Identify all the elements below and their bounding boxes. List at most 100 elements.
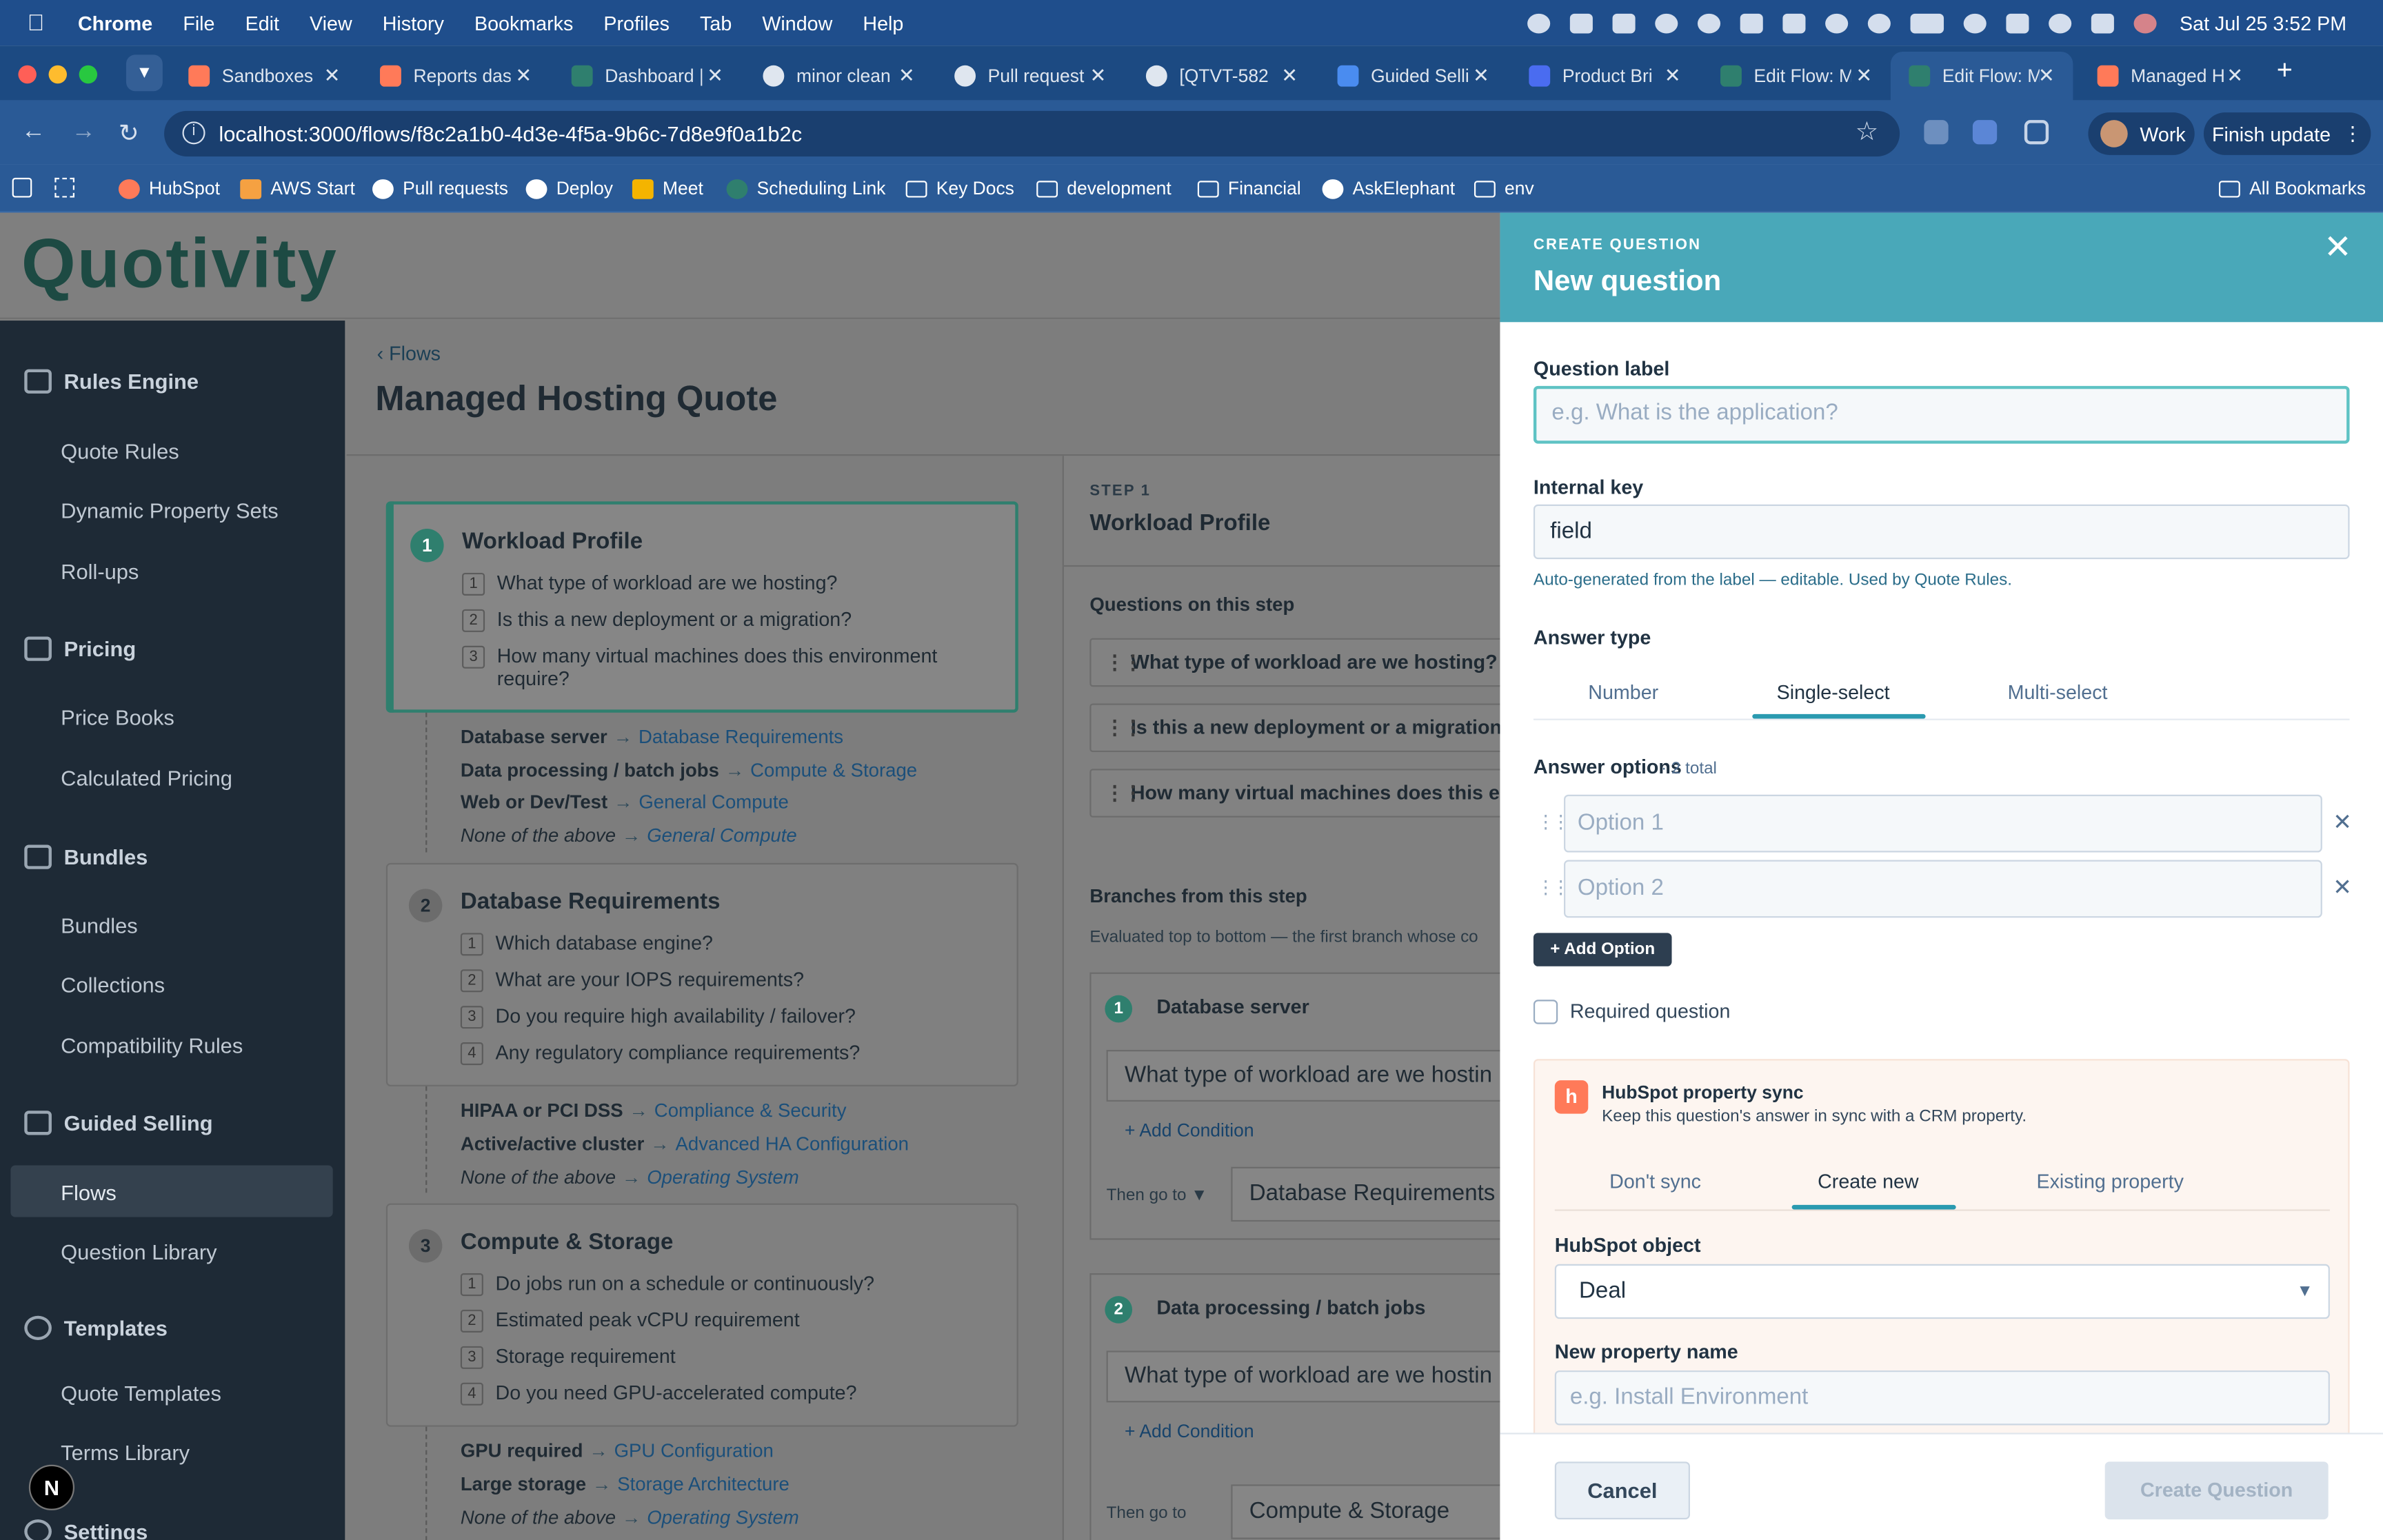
step-card-2[interactable]: 2 Database Requirements 1 Which database …	[385, 862, 1018, 1086]
menu-history[interactable]: History	[383, 12, 444, 34]
question-label-input[interactable]: e.g. What is the application?	[1533, 385, 2350, 444]
tab-dashboard[interactable]: Dashboard | ✕	[553, 52, 741, 101]
close-icon[interactable]: ✕	[2226, 64, 2243, 88]
all-bookmarks[interactable]: All Bookmarks	[2218, 174, 2366, 202]
menu-profiles[interactable]: Profiles	[603, 12, 670, 34]
condition-question-select[interactable]: What type of workload are we hostin	[1106, 1050, 1500, 1102]
then-go-to-select[interactable]: Compute & Storage	[1231, 1484, 1500, 1539]
battery-icon[interactable]	[1910, 12, 1944, 33]
reload-icon[interactable]: ↻	[119, 119, 139, 149]
tab-search-button[interactable]: ▼	[125, 54, 163, 92]
cancel-button[interactable]: Cancel	[1554, 1461, 1690, 1520]
close-icon[interactable]: ✕	[1856, 64, 1872, 88]
new-tab-button[interactable]: +	[2277, 54, 2293, 86]
bookmark-financial[interactable]: Financial	[1197, 174, 1301, 202]
sidebar-item-quote-templates[interactable]: Quote Templates	[61, 1381, 221, 1406]
add-condition-button[interactable]: + Add Condition	[1125, 1421, 1254, 1442]
extension-icon[interactable]	[1924, 120, 1949, 145]
step-question-row[interactable]: ⋮⋮ Is this a new deployment or a migratio…	[1089, 703, 1500, 753]
tab-guided-selling[interactable]: Guided Selli ✕	[1319, 52, 1507, 101]
create-question-button[interactable]: Create Question	[2104, 1461, 2329, 1520]
user-icon[interactable]	[1868, 12, 1891, 33]
new-property-name-input[interactable]: e.g. Install Environment	[1554, 1370, 2330, 1426]
minus-circle-icon[interactable]	[1698, 12, 1721, 33]
zoom-window-button[interactable]	[79, 65, 98, 84]
sync-mode-create-new-tab[interactable]: Create new	[1818, 1170, 1919, 1193]
tab-edit-flow-1[interactable]: Edit Flow: M ✕	[1702, 52, 1891, 101]
sidebar-section-pricing[interactable]: Pricing	[24, 636, 136, 661]
sidebar-item-question-library[interactable]: Question Library	[61, 1240, 217, 1264]
close-icon[interactable]: ✕	[2324, 228, 2352, 267]
sidebar-section-bundles[interactable]: Bundles	[24, 844, 148, 869]
remove-option-icon[interactable]: ✕	[2333, 873, 2352, 901]
answer-type-single-select-tab[interactable]: Single-select	[1777, 680, 1890, 703]
sidebar-section-guided-selling[interactable]: Guided Selling	[24, 1111, 213, 1135]
step-card-1[interactable]: 1 Workload Profile 1 What type of workloa…	[385, 501, 1018, 713]
menu-bookmarks[interactable]: Bookmarks	[474, 12, 573, 34]
drag-handle-icon[interactable]: ⋮⋮	[1536, 877, 1569, 898]
clock-text[interactable]: Sat Jul 25 3:52 PM	[2180, 12, 2346, 34]
clock-icon[interactable]	[1782, 12, 1806, 33]
step-question-row[interactable]: ⋮⋮ How many virtual machines does this en…	[1089, 769, 1500, 818]
shield-icon[interactable]	[1655, 12, 1678, 33]
option-input[interactable]: Option 1	[1564, 794, 2322, 853]
close-icon[interactable]: ✕	[324, 64, 341, 88]
internal-key-input[interactable]: field	[1533, 504, 2350, 560]
close-icon[interactable]: ✕	[1090, 64, 1107, 88]
step-question-row[interactable]: ⋮⋮ What type of workload are we hosting?	[1089, 638, 1500, 687]
answer-type-multi-select-tab[interactable]: Multi-select	[2008, 680, 2108, 703]
bookmark-aws[interactable]: AWS Start	[240, 174, 355, 202]
menu-file[interactable]: File	[183, 12, 214, 34]
then-go-to-select[interactable]: Database Requirements	[1231, 1166, 1500, 1222]
finish-update-button[interactable]: Finish update ⋮	[2203, 112, 2371, 155]
speed-icon[interactable]	[1740, 12, 1764, 33]
branch-target-link[interactable]: GPU Configuration	[614, 1440, 774, 1461]
sidebar-section-templates[interactable]: Templates	[24, 1315, 168, 1341]
branch-target-link[interactable]: Advanced HA Configuration	[676, 1133, 909, 1155]
branch-target-link[interactable]: General Compute	[639, 791, 788, 813]
required-label[interactable]: Required question	[1570, 1000, 1731, 1022]
apple-icon[interactable]: 	[28, 10, 45, 35]
bookmark-deploy[interactable]: Deploy	[525, 174, 613, 202]
sidebar-item-quote-rules[interactable]: Quote Rules	[61, 439, 179, 463]
branch-target-link[interactable]: General Compute	[647, 825, 796, 847]
required-checkbox[interactable]	[1533, 1000, 1558, 1024]
tab-pull-request[interactable]: Pull request ✕	[936, 52, 1125, 101]
control-center-icon[interactable]	[2091, 12, 2115, 33]
close-icon[interactable]: ✕	[707, 64, 723, 88]
menu-help[interactable]: Help	[863, 12, 903, 34]
bookmark-scheduling[interactable]: Scheduling Link	[726, 174, 885, 202]
wifi-icon[interactable]	[1964, 12, 1987, 33]
drag-handle-icon[interactable]: ⋮⋮	[1105, 770, 1143, 815]
puzzle-icon[interactable]	[2024, 120, 2049, 145]
sidebar-section-settings[interactable]: Settings	[24, 1519, 148, 1540]
menu-edit[interactable]: Edit	[245, 12, 279, 34]
breadcrumb[interactable]: ‹ Flows	[377, 342, 441, 365]
minimize-window-button[interactable]	[48, 65, 67, 84]
close-window-button[interactable]	[18, 65, 37, 84]
back-icon[interactable]: ←	[21, 119, 46, 146]
drag-handle-icon[interactable]: ⋮⋮	[1105, 640, 1143, 685]
tab-minor-clean[interactable]: minor clean ✕	[745, 52, 933, 101]
answer-type-number-tab[interactable]: Number	[1588, 680, 1658, 703]
option-input[interactable]: Option 2	[1564, 860, 2322, 918]
grid-icon[interactable]	[1570, 12, 1593, 33]
bookmark-star-icon[interactable]: ☆	[1856, 117, 1879, 148]
menu-app-name[interactable]: Chrome	[78, 12, 152, 34]
bookmark-meet[interactable]: Meet	[632, 174, 703, 202]
add-condition-button[interactable]: + Add Condition	[1125, 1119, 1254, 1141]
brightness-icon[interactable]	[1527, 12, 1551, 33]
bookmark-env[interactable]: env	[1474, 174, 1534, 202]
sidebar-item-dynamic-property-sets[interactable]: Dynamic Property Sets	[61, 498, 279, 523]
sidebar-section-rules-engine[interactable]: Rules Engine	[24, 369, 199, 394]
bookmark-hubspot[interactable]: HubSpot	[118, 174, 220, 202]
condition-question-select[interactable]: What type of workload are we hostin	[1106, 1350, 1500, 1403]
forward-icon[interactable]: →	[72, 119, 96, 146]
tab-sandboxes[interactable]: Sandboxes | ✕	[170, 52, 359, 101]
sidebar-item-compatibility-rules[interactable]: Compatibility Rules	[61, 1033, 243, 1057]
siri-icon[interactable]	[2133, 12, 2157, 33]
branch-target-link[interactable]: Operating System	[647, 1167, 799, 1188]
tab-managed-hosting[interactable]: Managed H ✕	[2079, 52, 2261, 101]
hubspot-object-select[interactable]: Deal ▼	[1554, 1264, 2330, 1319]
search-icon[interactable]	[2049, 12, 2072, 33]
